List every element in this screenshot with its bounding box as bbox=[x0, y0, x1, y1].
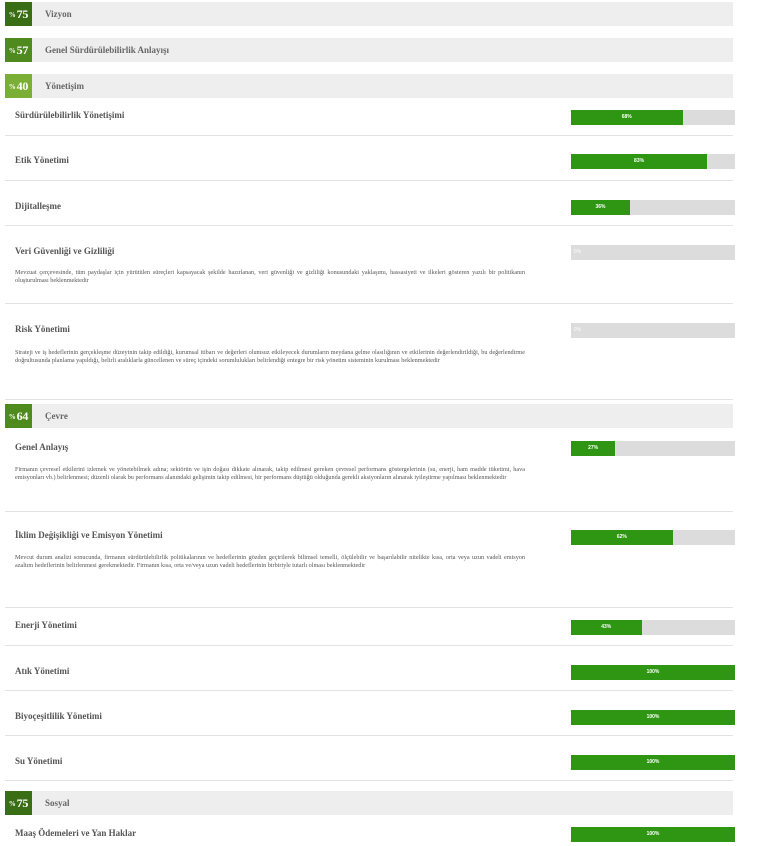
list-item: Genel Anlayış 27% Firmanın çevresel etki… bbox=[5, 430, 735, 512]
progress-label: 100% bbox=[646, 714, 660, 720]
score-badge: % 75 bbox=[5, 2, 32, 26]
list-item: Atık Yönetimi 100% bbox=[5, 646, 735, 691]
percent-sign: % bbox=[8, 83, 16, 91]
progress-bar: 36% bbox=[571, 200, 735, 215]
item-title: Biyoçeşitlilik Yönetimi bbox=[15, 711, 102, 721]
item-description: Strateji ve iş hedeflerinin gerçekleşme … bbox=[15, 349, 525, 365]
score-value: 75 bbox=[16, 795, 29, 810]
item-title: Veri Güvenliği ve Gizliliği bbox=[15, 246, 115, 256]
score-badge: % 64 bbox=[5, 404, 32, 428]
item-description: Firmanın çevresel etkilerini izlemek ve … bbox=[15, 466, 525, 482]
item-title: Risk Yönetimi bbox=[15, 324, 70, 334]
list-item: Sürdürülebilirlik Yönetişimi 68% bbox=[5, 100, 735, 136]
item-title: Sürdürülebilirlik Yönetişimi bbox=[15, 110, 125, 120]
progress-label: 100% bbox=[646, 831, 660, 837]
score-badge: % 75 bbox=[5, 791, 32, 815]
score-badge: % 57 bbox=[5, 38, 32, 62]
progress-bar: 83% bbox=[571, 154, 735, 169]
progress-bar: 100% bbox=[571, 755, 735, 770]
item-title: Dijitalleşme bbox=[15, 201, 61, 211]
percent-sign: % bbox=[8, 47, 16, 55]
item-title: İklim Değişikliği ve Emisyon Yönetimi bbox=[15, 530, 163, 540]
progress-label: 68% bbox=[621, 114, 632, 120]
progress-label: 83% bbox=[634, 158, 645, 164]
section-header-genel-anlayis[interactable]: % 57 Genel Sürdürülebilirlik Anlayışı bbox=[5, 38, 733, 62]
progress-label: 100% bbox=[646, 669, 660, 675]
list-item: Risk Yönetimi 0% Strateji ve iş hedefler… bbox=[5, 304, 735, 400]
progress-bar: 43% bbox=[571, 620, 735, 635]
list-item: Maaş Ödemeleri ve Yan Haklar 100% bbox=[5, 817, 735, 846]
score-badge: % 40 bbox=[5, 74, 32, 98]
section-header-sosyal[interactable]: % 75 Sosyal bbox=[5, 791, 733, 815]
section-header-vizyon[interactable]: % 75 Vizyon bbox=[5, 2, 733, 26]
progress-label: 100% bbox=[646, 759, 660, 765]
item-description: Mevcut durum analizi sonucunda, firmanın… bbox=[15, 554, 525, 570]
percent-sign: % bbox=[8, 800, 16, 808]
item-title: Etik Yönetimi bbox=[15, 155, 69, 165]
score-value: 75 bbox=[16, 6, 29, 21]
progress-bar: 62% bbox=[571, 530, 735, 545]
progress-label: 62% bbox=[616, 534, 627, 540]
list-item: İklim Değişikliği ve Emisyon Yönetimi 62… bbox=[5, 512, 735, 608]
item-title: Enerji Yönetimi bbox=[15, 620, 77, 630]
list-item: Biyoçeşitlilik Yönetimi 100% bbox=[5, 691, 735, 736]
item-title: Atık Yönetimi bbox=[15, 666, 70, 676]
progress-bar: 27% bbox=[571, 441, 735, 456]
progress-bar: 0% bbox=[571, 323, 735, 338]
score-value: 64 bbox=[16, 408, 29, 423]
list-item: Dijitalleşme 36% bbox=[5, 181, 735, 226]
progress-label: 27% bbox=[588, 445, 599, 451]
progress-bar: 100% bbox=[571, 827, 735, 842]
section-title: Çevre bbox=[45, 411, 68, 421]
progress-bar: 100% bbox=[571, 665, 735, 680]
progress-bar: 0% bbox=[571, 245, 735, 260]
list-item: Veri Güvenliği ve Gizliliği 0% Mevzuat ç… bbox=[5, 226, 735, 304]
progress-label: 0% bbox=[574, 327, 582, 333]
section-header-cevre[interactable]: % 64 Çevre bbox=[5, 404, 733, 428]
section-title: Genel Sürdürülebilirlik Anlayışı bbox=[45, 45, 170, 55]
score-value: 57 bbox=[16, 42, 29, 57]
progress-label: 43% bbox=[601, 624, 612, 630]
item-title: Genel Anlayış bbox=[15, 442, 69, 452]
list-item: Su Yönetimi 100% bbox=[5, 736, 735, 781]
progress-bar: 100% bbox=[571, 710, 735, 725]
percent-sign: % bbox=[8, 413, 16, 421]
progress-label: 36% bbox=[595, 204, 606, 210]
item-title: Su Yönetimi bbox=[15, 756, 63, 766]
percent-sign: % bbox=[8, 11, 16, 19]
list-item: Etik Yönetimi 83% bbox=[5, 136, 735, 181]
section-title: Sosyal bbox=[45, 798, 70, 808]
progress-bar: 68% bbox=[571, 110, 735, 125]
item-title: Maaş Ödemeleri ve Yan Haklar bbox=[15, 828, 137, 838]
section-header-yonetisim[interactable]: % 40 Yönetişim bbox=[5, 74, 733, 98]
section-title: Vizyon bbox=[45, 9, 72, 19]
progress-label: 0% bbox=[574, 249, 582, 255]
score-value: 40 bbox=[16, 78, 29, 93]
list-item: Enerji Yönetimi 43% bbox=[5, 608, 735, 646]
section-title: Yönetişim bbox=[45, 81, 84, 91]
item-description: Mevzuat çerçevesinde, tüm paydaşlar için… bbox=[15, 269, 525, 285]
